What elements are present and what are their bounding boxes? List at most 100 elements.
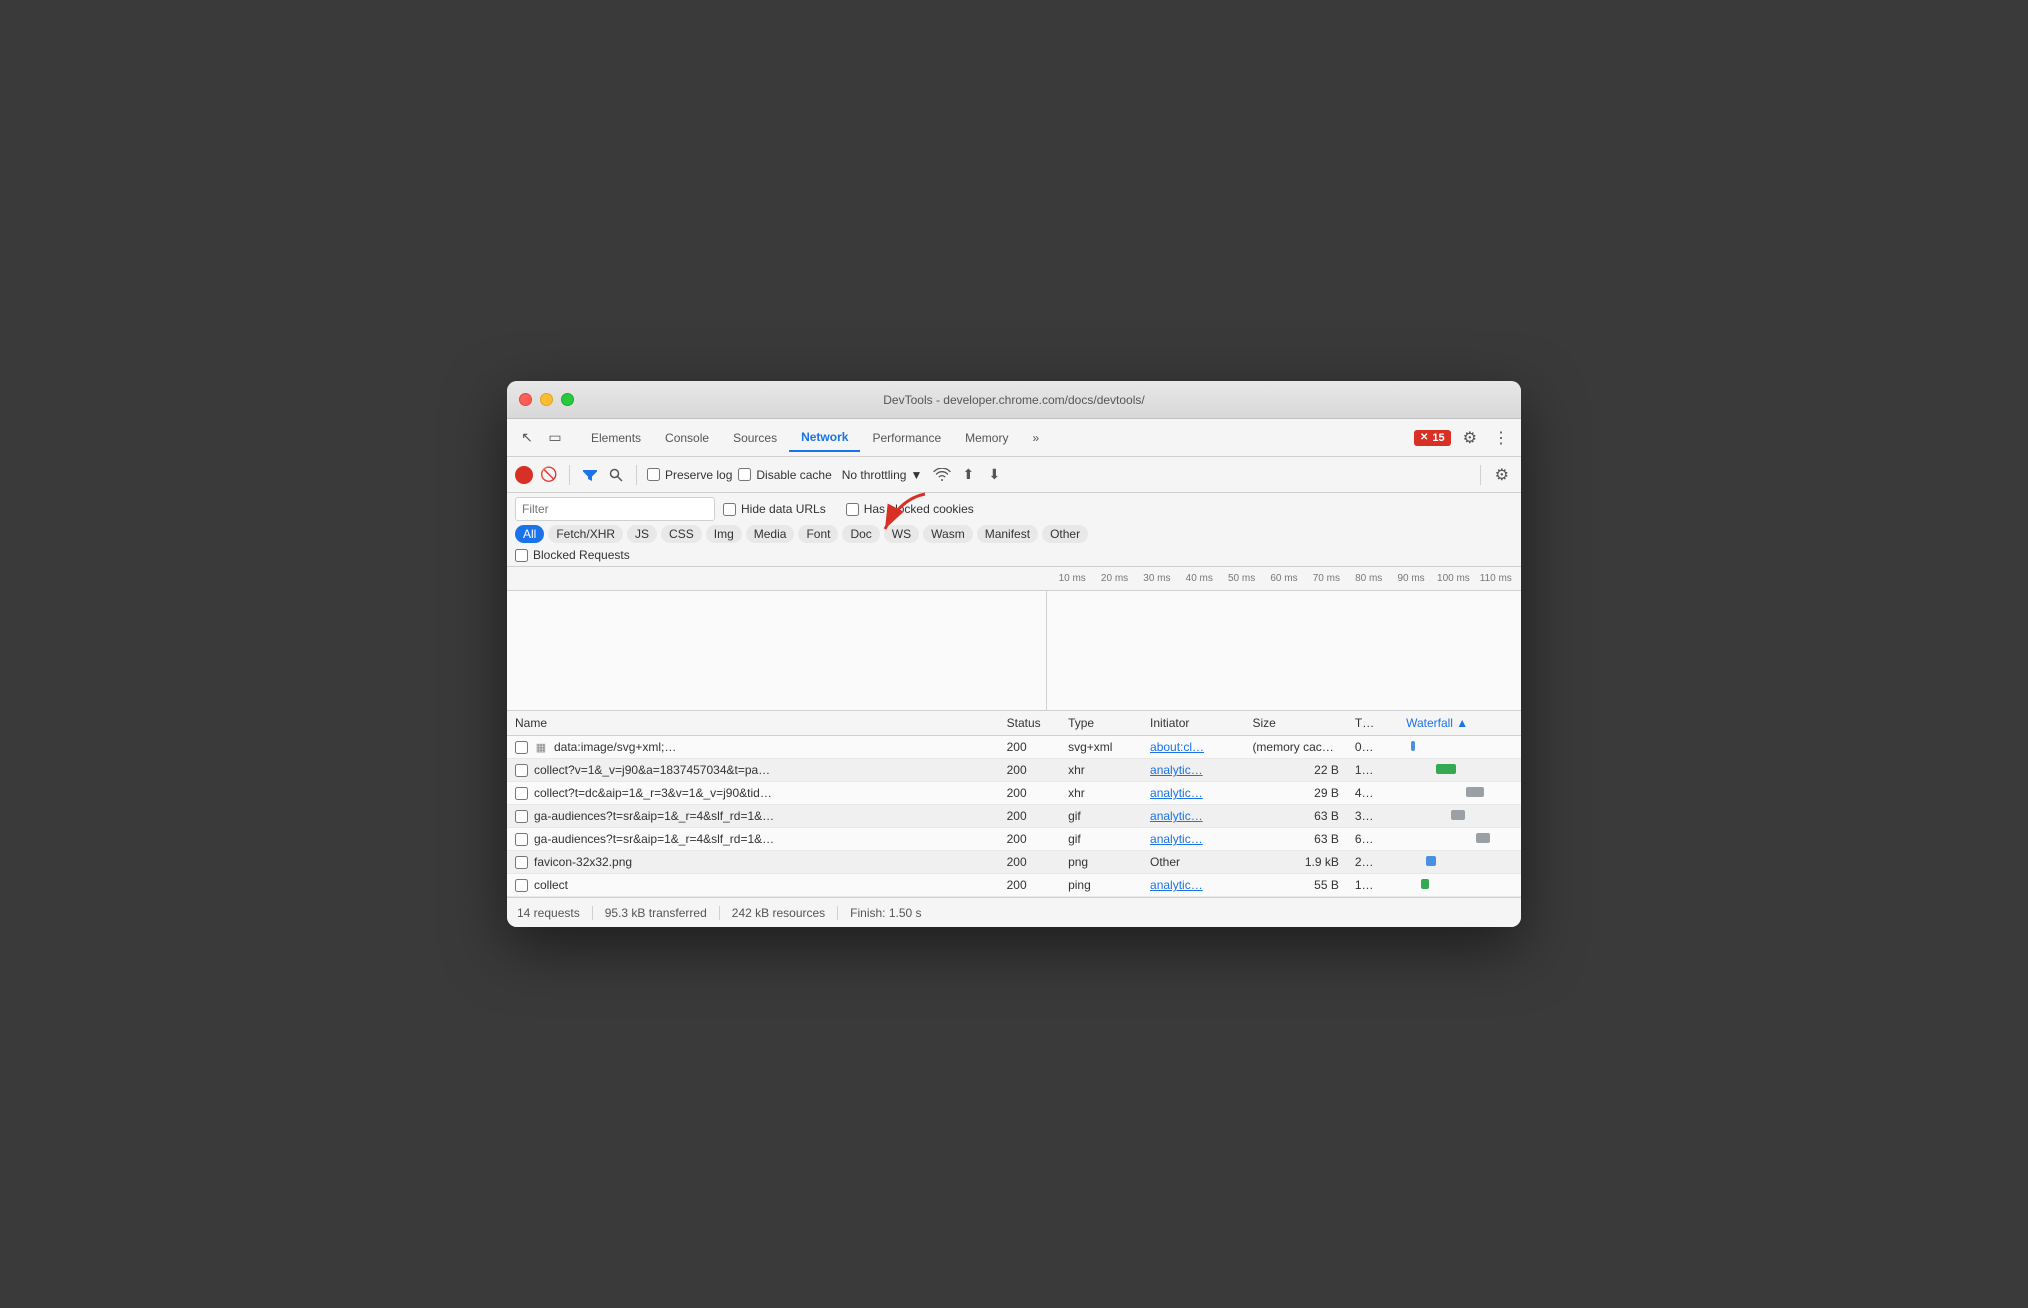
maximize-button[interactable] [561, 393, 574, 406]
tab-console[interactable]: Console [653, 425, 721, 451]
row-checkbox-5[interactable] [515, 856, 528, 869]
filter-tag-fetch-xhr[interactable]: Fetch/XHR [548, 525, 623, 543]
network-settings-icon[interactable]: ⚙ [1491, 461, 1513, 489]
cell-name-3: ga-audiences?t=sr&aip=1&_r=4&slf_rd=1&… [507, 805, 999, 828]
export-icon[interactable]: ⬇ [984, 465, 1004, 485]
cell-status-5: 200 [999, 851, 1060, 874]
search-icon[interactable] [606, 465, 626, 485]
filter-icon[interactable] [580, 465, 600, 485]
devtools-tab-icons: ↖ ▭ [515, 426, 567, 450]
throttle-select[interactable]: No throttling ▼ [838, 466, 927, 484]
import-icon[interactable]: ⬆ [958, 465, 978, 485]
tab-more[interactable]: » [1020, 425, 1051, 451]
cursor-icon[interactable]: ↖ [515, 426, 539, 450]
filter-tag-other[interactable]: Other [1042, 525, 1088, 543]
tick-70ms: 70 ms [1305, 573, 1347, 584]
waterfall-bar-6 [1421, 879, 1429, 889]
filter-tag-ws[interactable]: WS [884, 525, 919, 543]
col-waterfall[interactable]: Waterfall ▲ [1398, 711, 1521, 736]
clear-button[interactable]: 🚫 [539, 465, 559, 485]
preserve-log-text: Preserve log [665, 468, 732, 482]
record-button[interactable] [515, 466, 533, 484]
filter-tags: All Fetch/XHR JS CSS Img Media Font Doc … [515, 525, 1513, 543]
preserve-log-checkbox[interactable] [647, 468, 660, 481]
table-header-row: Name Status Type Initiator Size T… Water… [507, 711, 1521, 736]
col-initiator[interactable]: Initiator [1142, 711, 1244, 736]
cell-waterfall-1 [1398, 759, 1521, 782]
error-x-icon: ✕ [1420, 432, 1428, 443]
table-row[interactable]: collect?v=1&_v=j90&a=1837457034&t=pa… 20… [507, 759, 1521, 782]
col-size[interactable]: Size [1244, 711, 1346, 736]
disable-cache-label[interactable]: Disable cache [738, 468, 831, 482]
table-row[interactable]: ga-audiences?t=sr&aip=1&_r=4&slf_rd=1&… … [507, 805, 1521, 828]
cell-time-1: 1… [1347, 759, 1398, 782]
filter-tag-css[interactable]: CSS [661, 525, 702, 543]
initiator-link-6[interactable]: analytic… [1150, 878, 1203, 892]
cell-initiator-1: analytic… [1142, 759, 1244, 782]
col-type[interactable]: Type [1060, 711, 1142, 736]
initiator-link-1[interactable]: analytic… [1150, 763, 1203, 777]
col-status[interactable]: Status [999, 711, 1060, 736]
hide-data-urls-label[interactable]: Hide data URLs [723, 502, 826, 516]
filter-tag-manifest[interactable]: Manifest [977, 525, 1038, 543]
row-checkbox-1[interactable] [515, 764, 528, 777]
row-checkbox-3[interactable] [515, 810, 528, 823]
filter-tag-wasm[interactable]: Wasm [923, 525, 973, 543]
filter-tag-all[interactable]: All [515, 525, 544, 543]
device-icon[interactable]: ▭ [543, 426, 567, 450]
initiator-link-3[interactable]: analytic… [1150, 809, 1203, 823]
initiator-link-4[interactable]: analytic… [1150, 832, 1203, 846]
wifi-icon[interactable] [932, 465, 952, 485]
more-options-icon[interactable]: ⋮ [1489, 424, 1513, 452]
row-checkbox-6[interactable] [515, 879, 528, 892]
throttle-arrow-icon: ▼ [910, 468, 922, 482]
tick-50ms: 50 ms [1220, 573, 1262, 584]
hide-data-urls-checkbox[interactable] [723, 503, 736, 516]
table-row[interactable]: favicon-32x32.png 200 png Other 1.9 kB 2… [507, 851, 1521, 874]
row-checkbox-2[interactable] [515, 787, 528, 800]
close-button[interactable] [519, 393, 532, 406]
cell-type-0: svg+xml [1060, 736, 1142, 759]
row-name-1: collect?v=1&_v=j90&a=1837457034&t=pa… [534, 763, 770, 777]
preserve-log-label[interactable]: Preserve log [647, 468, 732, 482]
tab-sources[interactable]: Sources [721, 425, 789, 451]
initiator-link-0[interactable]: about:cl… [1150, 740, 1204, 754]
cell-size-5: 1.9 kB [1244, 851, 1346, 874]
filter-tag-media[interactable]: Media [746, 525, 795, 543]
filter-input[interactable] [515, 497, 715, 521]
cell-status-4: 200 [999, 828, 1060, 851]
table-row[interactable]: collect?t=dc&aip=1&_r=3&v=1&_v=j90&tid… … [507, 782, 1521, 805]
table-row[interactable]: ▦ data:image/svg+xml;… 200 svg+xml about… [507, 736, 1521, 759]
cell-size-4: 63 B [1244, 828, 1346, 851]
error-badge[interactable]: ✕ 15 [1414, 430, 1451, 446]
has-blocked-cookies-checkbox[interactable] [846, 503, 859, 516]
cell-status-1: 200 [999, 759, 1060, 782]
tab-performance[interactable]: Performance [860, 425, 953, 451]
col-name[interactable]: Name [507, 711, 999, 736]
blocked-requests-text: Blocked Requests [533, 548, 630, 562]
row-checkbox-0[interactable] [515, 741, 528, 754]
cell-time-4: 6… [1347, 828, 1398, 851]
initiator-link-2[interactable]: analytic… [1150, 786, 1203, 800]
disable-cache-checkbox[interactable] [738, 468, 751, 481]
table-row[interactable]: collect 200 ping analytic… 55 B 1… [507, 874, 1521, 897]
filter-tag-font[interactable]: Font [798, 525, 838, 543]
status-transferred: 95.3 kB transferred [593, 906, 720, 920]
filter-tag-doc[interactable]: Doc [842, 525, 879, 543]
toolbar-divider-1 [569, 465, 570, 485]
tab-memory[interactable]: Memory [953, 425, 1020, 451]
has-blocked-cookies-label[interactable]: Has blocked cookies [846, 502, 974, 516]
cell-time-6: 1… [1347, 874, 1398, 897]
row-checkbox-4[interactable] [515, 833, 528, 846]
filter-tag-js[interactable]: JS [627, 525, 657, 543]
col-time[interactable]: T… [1347, 711, 1398, 736]
tab-elements[interactable]: Elements [579, 425, 653, 451]
settings-icon[interactable]: ⚙ [1459, 424, 1481, 452]
tab-network[interactable]: Network [789, 424, 860, 452]
chart-right [1047, 591, 1521, 710]
filter-tag-img[interactable]: Img [706, 525, 742, 543]
blocked-requests-checkbox[interactable] [515, 549, 528, 562]
tick-40ms: 40 ms [1178, 573, 1220, 584]
table-row[interactable]: ga-audiences?t=sr&aip=1&_r=4&slf_rd=1&… … [507, 828, 1521, 851]
minimize-button[interactable] [540, 393, 553, 406]
